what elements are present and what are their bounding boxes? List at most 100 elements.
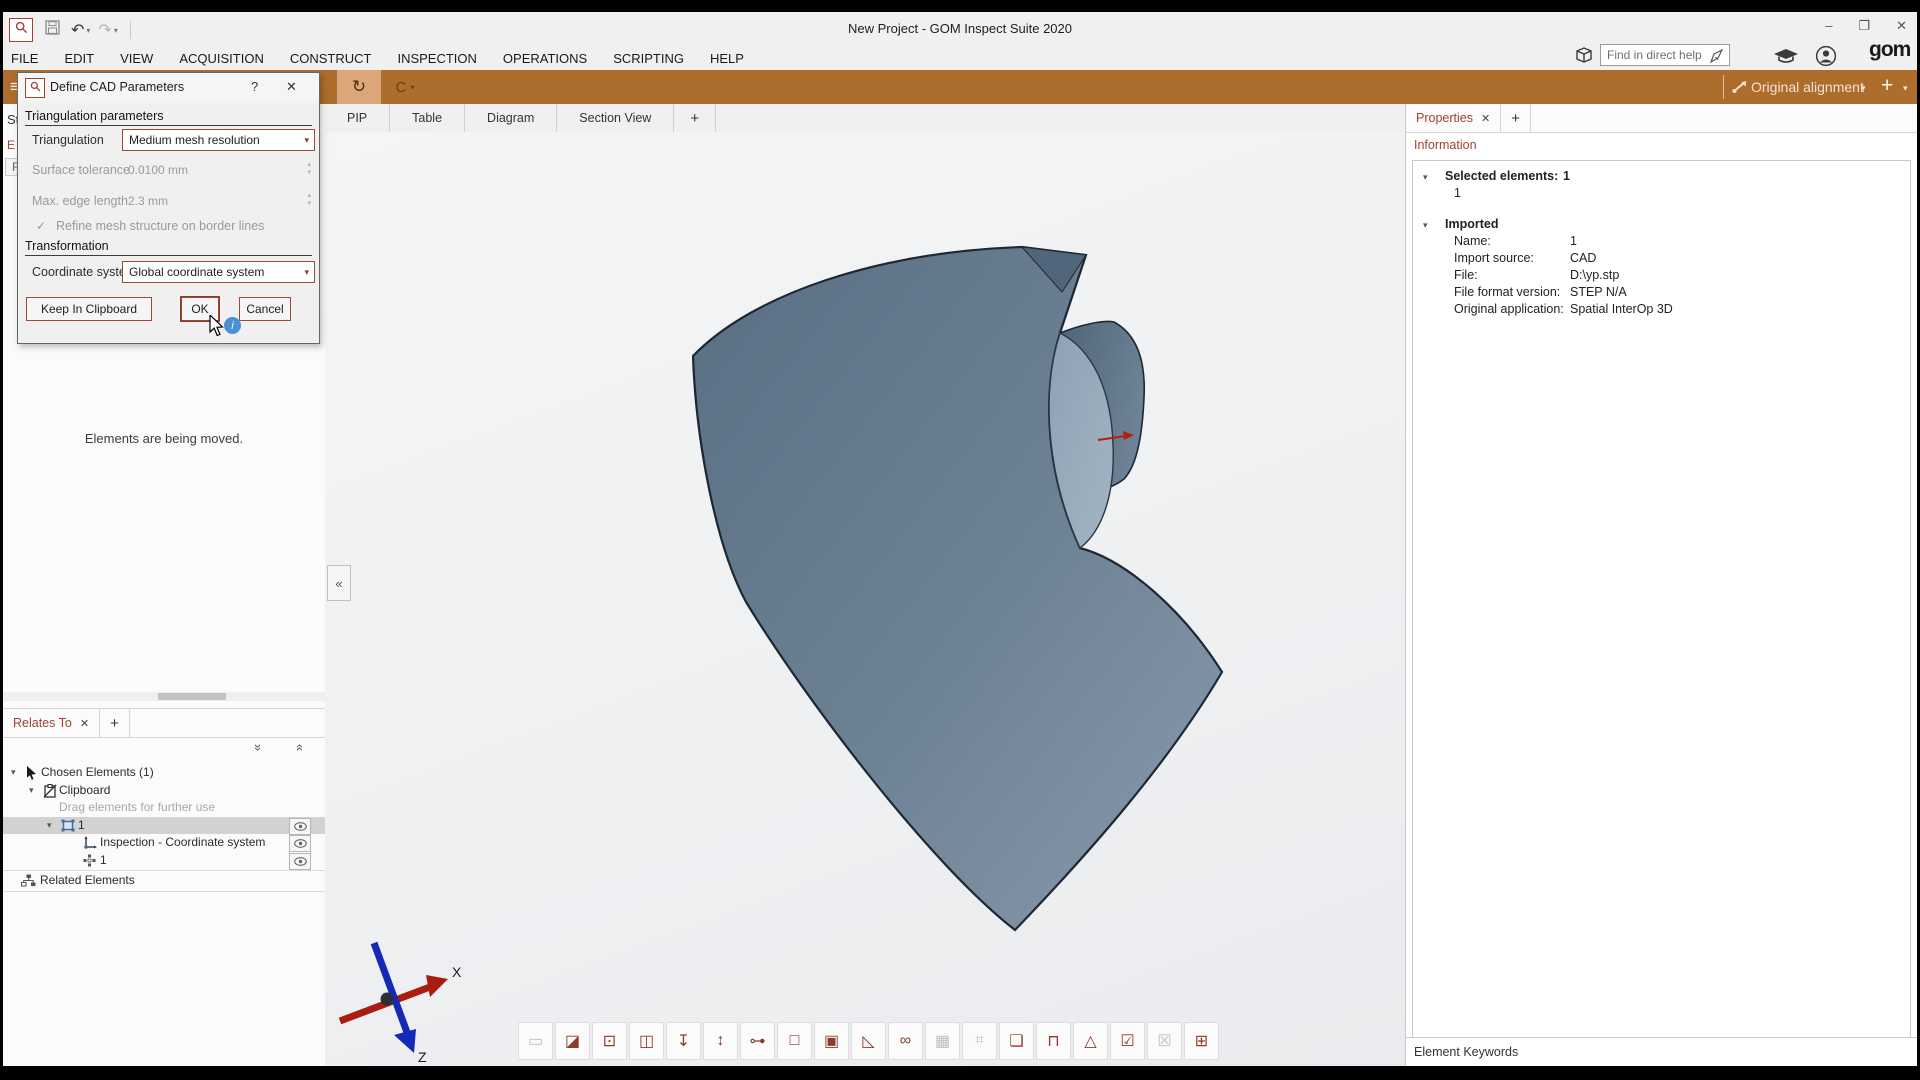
menu-view[interactable]: VIEW (120, 51, 153, 66)
scrollbar-thumb[interactable] (158, 693, 226, 700)
refine-mesh-checkbox[interactable]: ✓ (36, 219, 46, 233)
imported-row[interactable]: ▾ Imported (1413, 217, 1910, 234)
tree-row-element-child[interactable]: 1 (3, 852, 325, 870)
tree-row-related-elements[interactable]: Related Elements (3, 872, 325, 890)
coordinate-system-icon (83, 836, 97, 853)
tab-pip[interactable]: PIP (325, 104, 390, 132)
add-tab-button[interactable]: + (100, 709, 130, 737)
spinner-icon[interactable]: ▴▾ (307, 161, 311, 177)
triangulation-dropdown[interactable]: Medium mesh resolution ▾ (122, 129, 315, 151)
cad-model[interactable] (658, 230, 1238, 950)
close-button[interactable]: ✕ (1896, 18, 1907, 34)
menu-acquisition[interactable]: ACQUISITION (179, 51, 264, 66)
coordinate-system-label: Coordinate system (32, 265, 136, 279)
restore-button[interactable]: ❐ (1858, 18, 1870, 34)
cancel-button[interactable]: Cancel (239, 297, 291, 321)
horizontal-scrollbar[interactable] (3, 692, 325, 701)
element-tree: ▾ Chosen Elements (1) ▾ Clipboard Drag e… (3, 764, 325, 893)
tab-relates-to[interactable]: Relates To ✕ (3, 709, 100, 737)
distribute-center-icon: ↕ (717, 1032, 725, 1050)
tree-arrow-icon[interactable]: ▾ (29, 785, 34, 796)
visibility-toggle[interactable] (289, 853, 311, 870)
dialog-search-button[interactable] (25, 78, 45, 98)
add-view-tab-button[interactable]: + (674, 104, 716, 132)
mouse-cursor (209, 315, 229, 337)
visibility-toggle[interactable] (289, 835, 311, 852)
corner-frame-button[interactable]: ❏ (999, 1022, 1034, 1060)
expand-all-icon[interactable]: » (251, 744, 266, 751)
spinner-icon[interactable]: ▴▾ (307, 192, 311, 208)
menu-operations[interactable]: OPERATIONS (503, 51, 587, 66)
tree-arrow-icon[interactable]: ▾ (11, 767, 16, 778)
align-down-button[interactable]: ↧ (666, 1022, 701, 1060)
angle-ruler-button[interactable]: ◺ (851, 1022, 886, 1060)
tab-section-view[interactable]: Section View (557, 104, 674, 132)
bracket-frame-button[interactable]: ⊓ (1036, 1022, 1071, 1060)
visibility-toggle[interactable] (289, 818, 311, 835)
tree-arrow-icon[interactable]: ▾ (1423, 220, 1428, 231)
select-area-button[interactable]: ⊡ (592, 1022, 627, 1060)
dialog-help-button[interactable]: ? (251, 79, 258, 94)
tree-row-chosen-elements[interactable]: ▾ Chosen Elements (1) (3, 764, 325, 782)
menu-inspection[interactable]: INSPECTION (397, 51, 476, 66)
close-tab-icon[interactable]: ✕ (80, 717, 89, 730)
related-elements-icon (21, 874, 36, 890)
close-tab-icon[interactable]: ✕ (1481, 112, 1490, 125)
rocket-icon[interactable] (1709, 48, 1725, 69)
alignment-caret-icon[interactable]: ▾ (1861, 83, 1866, 94)
alignment-selector[interactable]: Original alignment (1751, 79, 1864, 95)
key-dimension-button[interactable]: ⊶ (740, 1022, 775, 1060)
add-tab-button[interactable]: + (1501, 104, 1531, 132)
surface-tolerance-field[interactable]: 0.0100 mm ▴▾ (122, 160, 315, 180)
frame-button[interactable]: □ (777, 1022, 812, 1060)
tree-arrow-icon[interactable]: ▾ (1423, 172, 1428, 183)
3d-canvas[interactable]: X Z « ▭ ◪ ⊡ ◫ ↧ ↕ ⊶ □ ▣ ◺ ∞ ▦ ⌗ ❏ ⊓ (325, 132, 1405, 1066)
tree-row-coordinate-system[interactable]: Inspection - Coordinate system (3, 834, 325, 852)
selected-element-child-row[interactable]: 1 (1413, 186, 1910, 203)
selected-elements-row[interactable]: ▾ Selected elements: 1 (1413, 169, 1910, 186)
tree-arrow-icon[interactable]: ▾ (47, 820, 52, 831)
surface-comparison-button[interactable]: ◪ (555, 1022, 590, 1060)
tab-properties[interactable]: Properties ✕ (1406, 104, 1501, 132)
cad-element-icon (61, 819, 75, 835)
fit-selection-button[interactable]: ⌗ (962, 1022, 997, 1060)
pip-toggle-button[interactable]: ▭ (518, 1022, 553, 1060)
keep-in-clipboard-button[interactable]: Keep In Clipboard (26, 297, 152, 321)
user-account-icon[interactable] (1815, 45, 1837, 72)
tab-diagram[interactable]: Diagram (465, 104, 557, 132)
report-check-button[interactable]: ☑ (1110, 1022, 1145, 1060)
dialog-close-button[interactable]: ✕ (286, 79, 297, 95)
deviation-labels-button[interactable]: ∞ (888, 1022, 923, 1060)
add-alignment-caret-icon[interactable]: ▾ (1903, 83, 1908, 94)
dialog-title-bar[interactable]: Define CAD Parameters ? ✕ (18, 73, 319, 101)
report-remove-button[interactable]: ☒ (1147, 1022, 1182, 1060)
split-view-button[interactable]: ◫ (629, 1022, 664, 1060)
layout-add-button[interactable]: ⊞ (1184, 1022, 1219, 1060)
max-edge-length-field[interactable]: 2.3 mm ▴▾ (122, 191, 315, 211)
coordinate-system-dropdown[interactable]: Global coordinate system ▾ (122, 261, 315, 283)
recalculate-caret-icon[interactable]: ▾ (411, 83, 415, 92)
collapse-panel-button[interactable]: « (327, 565, 351, 601)
menu-scripting[interactable]: SCRIPTING (613, 51, 684, 66)
tree-row-clipboard[interactable]: ▾ Clipboard (3, 782, 325, 800)
collapse-all-icon[interactable]: » (291, 744, 306, 751)
add-alignment-button[interactable]: + (1881, 74, 1893, 98)
minimize-button[interactable]: – (1825, 18, 1832, 34)
menu-edit[interactable]: EDIT (64, 51, 94, 66)
menu-construct[interactable]: CONSTRUCT (290, 51, 372, 66)
menu-file[interactable]: FILE (11, 51, 38, 66)
refresh-button[interactable]: ↻ (337, 70, 381, 104)
surface-comparison-icon: ◪ (565, 1031, 580, 1051)
triangle-annotation-icon: △ (1084, 1031, 1096, 1051)
recalculate-button[interactable]: C ▾ (383, 70, 427, 104)
label-frame-button[interactable]: ▣ (814, 1022, 849, 1060)
package-icon[interactable] (1574, 45, 1594, 70)
tree-row-element-1[interactable]: ▾ 1 (3, 817, 325, 835)
element-keywords-section[interactable]: Element Keywords (1406, 1037, 1917, 1066)
distribute-center-button[interactable]: ↕ (703, 1022, 738, 1060)
menu-help[interactable]: HELP (710, 51, 744, 66)
triangle-annotation-button[interactable]: △ (1073, 1022, 1108, 1060)
grid-button[interactable]: ▦ (925, 1022, 960, 1060)
tab-table[interactable]: Table (390, 104, 465, 132)
training-cap-icon[interactable] (1773, 46, 1799, 71)
